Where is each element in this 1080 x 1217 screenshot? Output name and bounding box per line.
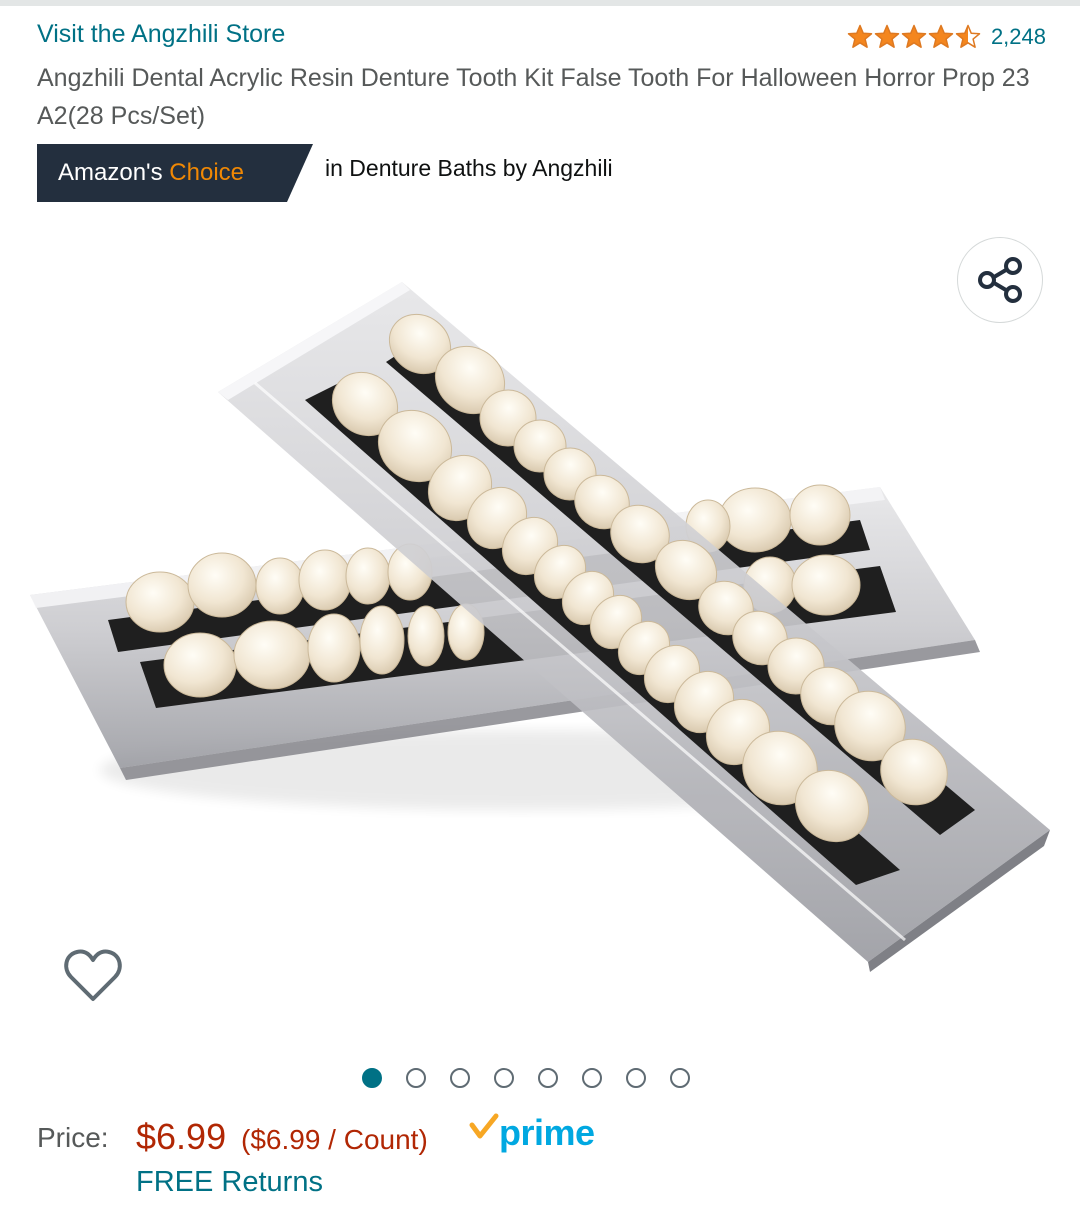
visit-store-link[interactable]: Visit the Angzhili Store [37, 20, 285, 49]
pagination-dot[interactable] [406, 1068, 426, 1088]
share-button[interactable] [957, 237, 1043, 323]
badge-label-prefix: Amazon's [58, 159, 163, 186]
badge-label-accent: Choice [169, 159, 245, 186]
pagination-dot[interactable] [362, 1068, 382, 1088]
price-value: $6.99 [136, 1116, 227, 1157]
unit-price: ($6.99 / Count) [241, 1124, 428, 1155]
pagination-dot[interactable] [670, 1068, 690, 1088]
prime-logo-text: prime [499, 1112, 595, 1153]
badge-category-text: in Denture Baths by Angzhili [325, 155, 613, 181]
top-divider [0, 0, 1080, 6]
star-icon [955, 24, 981, 48]
pagination-dot[interactable] [450, 1068, 470, 1088]
pagination-dot[interactable] [582, 1068, 602, 1088]
badge-label: Amazon's Choice [58, 144, 244, 202]
pagination-dot[interactable] [494, 1068, 514, 1088]
share-icon [978, 257, 1022, 303]
add-to-wishlist-button[interactable] [60, 945, 126, 1007]
free-returns-link[interactable]: FREE Returns [136, 1166, 323, 1199]
pagination-dot[interactable] [626, 1068, 646, 1088]
star-icon [847, 24, 873, 48]
rating-summary[interactable]: 2,248 [847, 24, 1046, 50]
denture-teeth-illustration [30, 282, 1050, 972]
star-icon [901, 24, 927, 48]
prime-check-icon [469, 1113, 499, 1139]
star-icon [928, 24, 954, 48]
price-label: Price: [37, 1122, 109, 1153]
amazons-choice-badge[interactable]: Amazon's Choice [37, 144, 313, 202]
image-pagination[interactable] [362, 1068, 690, 1088]
heart-outline-icon [64, 949, 122, 1001]
pagination-dot[interactable] [538, 1068, 558, 1088]
rating-count[interactable]: 2,248 [991, 24, 1046, 50]
star-rating [847, 24, 981, 50]
product-image[interactable] [0, 220, 1080, 1040]
price-section: Price: $6.99 ($6.99 / Count) prime [37, 1112, 1037, 1166]
product-title: Angzhili Dental Acrylic Resin Denture To… [37, 64, 1030, 130]
star-icon [874, 24, 900, 48]
prime-badge[interactable]: prime [469, 1112, 595, 1154]
